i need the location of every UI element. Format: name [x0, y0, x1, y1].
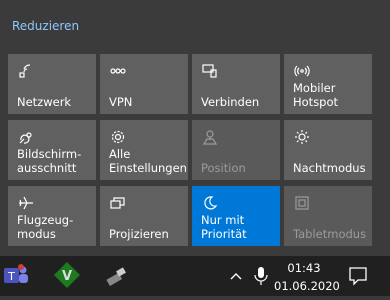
connect-icon	[202, 63, 218, 79]
tile-label: Nachtmodus	[293, 161, 366, 175]
tile-projizieren[interactable]: Projizieren	[100, 186, 188, 246]
clock-date: 01.06.2020	[274, 279, 340, 293]
network-icon	[18, 63, 34, 79]
collapse-link[interactable]: Reduzieren	[12, 19, 79, 33]
vpn-icon	[110, 63, 126, 79]
tile-label: VPN	[109, 95, 133, 109]
tile-flugzeugmodus[interactable]: Flugzeug- modus	[8, 186, 96, 246]
usb-icon[interactable]	[100, 256, 134, 296]
tile-tabletmodus[interactable]: Tabletmodus	[284, 186, 372, 246]
svg-text:V: V	[62, 269, 72, 284]
clock-time: 01:43	[287, 261, 321, 275]
tile-label: Netzwerk	[17, 95, 72, 109]
tile-label: Verbinden	[201, 95, 260, 109]
hotspot-icon	[294, 63, 310, 79]
tile-nachtmodus[interactable]: Nachtmodus	[284, 120, 372, 180]
tile-label: Nur mit Priorität	[201, 213, 247, 241]
airplane-icon	[18, 195, 34, 211]
tile-label: Tabletmodus	[293, 227, 367, 241]
teams-icon[interactable]: T	[0, 256, 34, 296]
tile-verbinden[interactable]: Verbinden	[192, 54, 280, 114]
tablet-mode-icon	[294, 195, 310, 211]
tile-alle-einstellungen[interactable]: Alle Einstellungen	[100, 120, 188, 180]
tile-label: Bildschirm- ausschnitt	[17, 147, 82, 175]
notification-icon[interactable]	[338, 256, 378, 296]
brightness-icon	[294, 129, 310, 145]
tile-mobiler-hotspot[interactable]: Mobiler Hotspot	[284, 54, 372, 114]
action-center: Reduzieren Netzwerk VPN Verbinden Mobile…	[0, 0, 390, 256]
moon-icon	[202, 195, 218, 211]
screen-snip-icon	[18, 129, 34, 145]
clock[interactable]: 01:43 01.06.2020	[274, 259, 340, 295]
tile-vpn[interactable]: VPN	[100, 54, 188, 114]
location-icon	[202, 129, 218, 145]
tile-position[interactable]: Position	[192, 120, 280, 180]
tile-label: Projizieren	[109, 227, 169, 241]
tile-netzwerk[interactable]: Netzwerk	[8, 54, 96, 114]
tile-label: Position	[201, 161, 246, 175]
tile-bildschirmausschnitt[interactable]: Bildschirm- ausschnitt	[8, 120, 96, 180]
tile-label: Mobiler Hotspot	[293, 81, 339, 109]
microphone-icon[interactable]	[250, 256, 272, 296]
chevron-up-icon[interactable]	[225, 256, 247, 296]
tile-label: Alle Einstellungen	[109, 147, 187, 175]
gear-icon	[110, 129, 126, 145]
vim-icon[interactable]: V	[50, 256, 84, 296]
svg-text:T: T	[7, 270, 15, 283]
tile-nur-mit-prioritaet[interactable]: Nur mit Priorität	[192, 186, 280, 246]
project-icon	[110, 195, 126, 211]
tile-label: Flugzeug- modus	[17, 213, 74, 241]
